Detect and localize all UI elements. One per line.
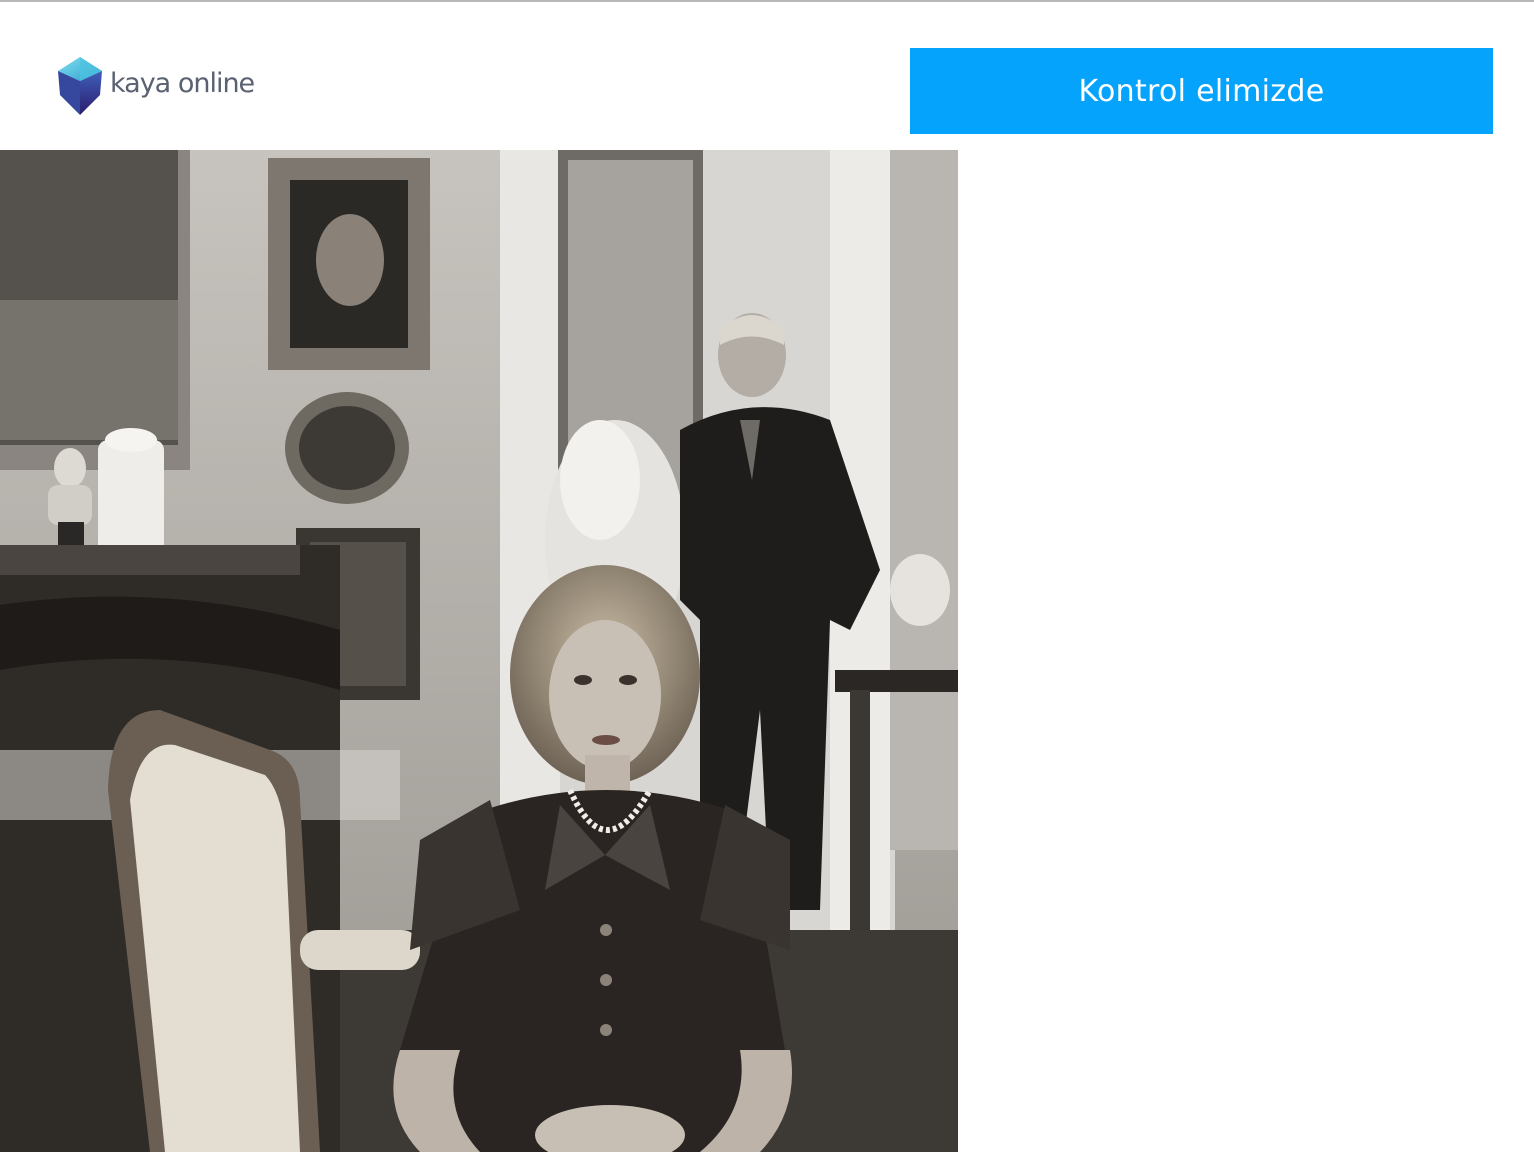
gem-logo-icon xyxy=(58,57,102,115)
page: kaya online Kontrol elimizde xyxy=(0,0,1534,1152)
kontrol-elimizde-button[interactable]: Kontrol elimizde xyxy=(910,48,1493,134)
hero-photo xyxy=(0,150,958,1152)
logo-wordmark: kaya online xyxy=(110,67,255,99)
top-divider xyxy=(0,0,1534,2)
brand-logo[interactable]: kaya online xyxy=(56,54,255,118)
